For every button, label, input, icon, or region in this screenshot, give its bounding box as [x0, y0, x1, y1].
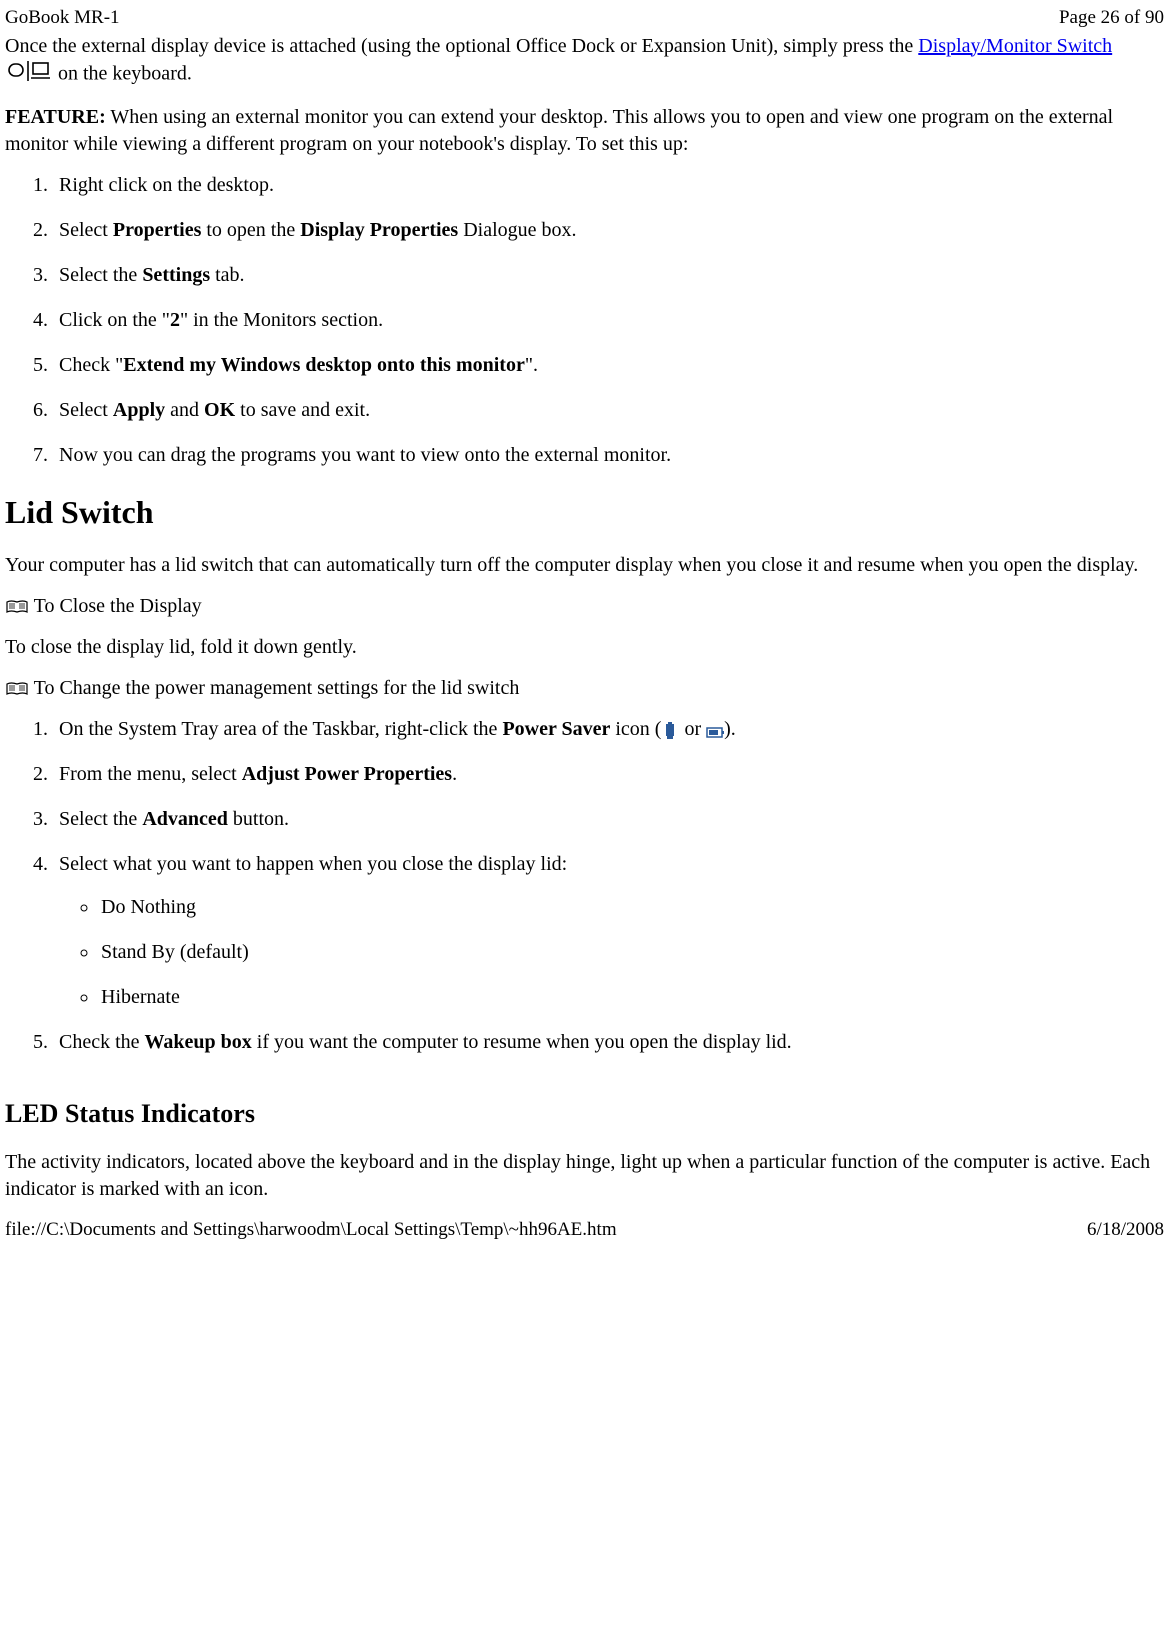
footer-date: 6/18/2008 [1087, 1217, 1164, 1243]
step-text: Check " [59, 354, 123, 376]
step-bold: 2 [170, 309, 180, 331]
step-text: ". [525, 354, 538, 376]
list-item: Select the Advanced button. [53, 806, 1164, 833]
step-text: Select what you want to happen when you … [59, 853, 567, 875]
step-text: Now you can drag the programs you want t… [59, 444, 671, 466]
list-item: Select Apply and OK to save and exit. [53, 397, 1164, 424]
list-item: Stand By (default) [99, 939, 1164, 966]
intro-text-pre: Once the external display device is atta… [5, 35, 918, 57]
lid-switch-heading: Lid Switch [5, 491, 1164, 534]
book-icon [5, 682, 29, 696]
step-bold: Extend my Windows desktop onto this moni… [123, 354, 525, 376]
list-item: Now you can drag the programs you want t… [53, 442, 1164, 469]
option-text: Stand By (default) [101, 941, 249, 963]
lid-steps-list: On the System Tray area of the Taskbar, … [5, 716, 1164, 1056]
list-item: Hibernate [99, 984, 1164, 1011]
close-display-text: To close the display lid, fold it down g… [5, 634, 1164, 661]
display-switch-icon [5, 60, 53, 90]
step-text: Check the [59, 1031, 145, 1053]
step-bold: OK [204, 399, 235, 421]
step-text: Click on the " [59, 309, 170, 331]
subheading-text: To Change the power management settings … [29, 677, 519, 699]
list-item: Check the Wakeup box if you want the com… [53, 1029, 1164, 1056]
list-item: Do Nothing [99, 894, 1164, 921]
option-text: Hibernate [101, 986, 180, 1008]
intro-paragraph: Once the external display device is atta… [5, 33, 1164, 90]
step-bold: Display Properties [300, 219, 458, 241]
list-item: Select what you want to happen when you … [53, 851, 1164, 1011]
step-text: tab. [210, 264, 244, 286]
step-text: Dialogue box. [458, 219, 576, 241]
led-heading: LED Status Indicators [5, 1096, 1164, 1131]
header-page-number: Page 26 of 90 [1059, 5, 1164, 31]
battery-plug-icon [661, 721, 679, 739]
lid-options-list: Do Nothing Stand By (default) Hibernate [59, 894, 1164, 1011]
step-text: icon ( [610, 718, 661, 740]
list-item: On the System Tray area of the Taskbar, … [53, 716, 1164, 743]
option-text: Do Nothing [101, 896, 196, 918]
step-text: or [679, 718, 706, 740]
step-text: Right click on the desktop. [59, 174, 274, 196]
battery-icon [706, 721, 724, 739]
step-text: From the menu, select [59, 763, 242, 785]
subheading-close-display: To Close the Display [5, 593, 1164, 620]
step-text: to save and exit. [235, 399, 370, 421]
list-item: Select the Settings tab. [53, 262, 1164, 289]
header-title: GoBook MR-1 [5, 5, 120, 31]
step-bold: Wakeup box [145, 1031, 252, 1053]
feature-label: FEATURE: [5, 106, 106, 128]
feature-steps-list: Right click on the desktop. Select Prope… [5, 172, 1164, 469]
step-text: Select the [59, 808, 142, 830]
step-text: Select [59, 399, 113, 421]
intro-text-post: on the keyboard. [58, 62, 192, 84]
step-bold: Advanced [142, 808, 228, 830]
step-text: button. [228, 808, 289, 830]
display-monitor-switch-link[interactable]: Display/Monitor Switch [918, 35, 1112, 57]
step-bold: Apply [113, 399, 165, 421]
step-bold: Settings [142, 264, 210, 286]
list-item: Select Properties to open the Display Pr… [53, 217, 1164, 244]
list-item: From the menu, select Adjust Power Prope… [53, 761, 1164, 788]
feature-paragraph: FEATURE: When using an external monitor … [5, 104, 1164, 158]
subheading-text: To Close the Display [29, 595, 202, 617]
step-text: Select [59, 219, 113, 241]
step-bold: Adjust Power Properties [242, 763, 452, 785]
subheading-change-power: To Change the power management settings … [5, 675, 1164, 702]
lid-intro-text: Your computer has a lid switch that can … [5, 552, 1164, 579]
list-item: Right click on the desktop. [53, 172, 1164, 199]
footer-path: file://C:\Documents and Settings\harwood… [5, 1217, 617, 1243]
led-text: The activity indicators, located above t… [5, 1149, 1164, 1203]
page-header: GoBook MR-1 Page 26 of 90 [5, 5, 1164, 31]
list-item: Check "Extend my Windows desktop onto th… [53, 352, 1164, 379]
step-text: to open the [201, 219, 300, 241]
book-icon [5, 600, 29, 614]
step-text: if you want the computer to resume when … [252, 1031, 792, 1053]
step-text: ). [724, 718, 736, 740]
step-text: and [165, 399, 204, 421]
feature-text: When using an external monitor you can e… [5, 106, 1113, 155]
page-footer: file://C:\Documents and Settings\harwood… [5, 1217, 1164, 1243]
step-text: On the System Tray area of the Taskbar, … [59, 718, 502, 740]
step-text: . [452, 763, 457, 785]
step-text: Select the [59, 264, 142, 286]
step-text: " in the Monitors section. [180, 309, 383, 331]
list-item: Click on the "2" in the Monitors section… [53, 307, 1164, 334]
step-bold: Properties [113, 219, 202, 241]
step-bold: Power Saver [502, 718, 610, 740]
